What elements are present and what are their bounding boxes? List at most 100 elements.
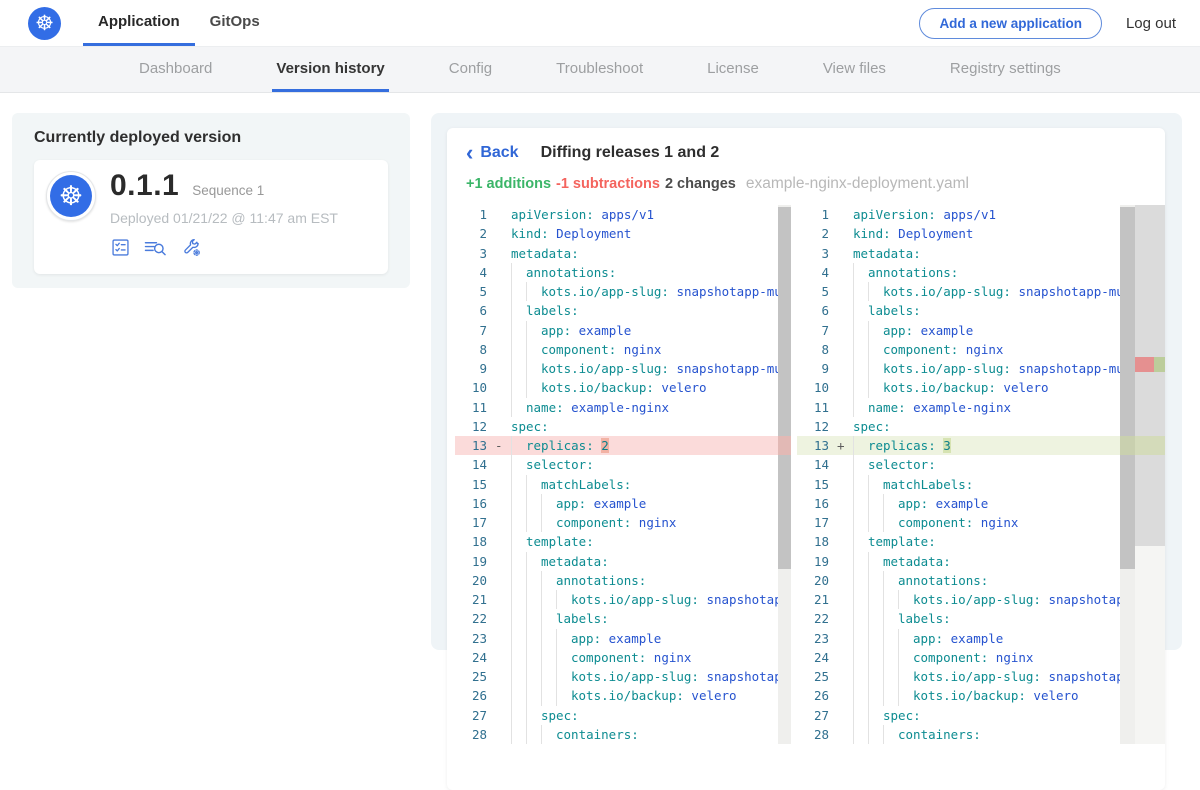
diff-overview-ruler[interactable] xyxy=(1135,205,1165,744)
top-nav-actions: Add a new application Log out xyxy=(919,8,1200,39)
code-line: 28containers: xyxy=(455,725,778,744)
code-line: 20annotations: xyxy=(797,571,1120,590)
code-line: 3metadata: xyxy=(797,244,1120,263)
deployed-card-title: Currently deployed version xyxy=(34,129,388,147)
code-line: 25kots.io/app-slug: snapshotap xyxy=(797,667,1120,686)
code-line: 7app: example xyxy=(797,321,1120,340)
code-line: 8component: nginx xyxy=(797,340,1120,359)
code-line: 12spec: xyxy=(455,417,778,436)
code-line: 27spec: xyxy=(797,706,1120,725)
tab-config[interactable]: Config xyxy=(445,47,496,92)
diff-title: Diffing releases 1 and 2 xyxy=(541,144,720,162)
code-line: 10kots.io/backup: velero xyxy=(455,378,778,397)
diff-editors: 1apiVersion: apps/v12kind: Deployment3me… xyxy=(455,205,1165,744)
code-line: 19metadata: xyxy=(797,552,1120,571)
code-line: 15matchLabels: xyxy=(455,475,778,494)
code-line: 26kots.io/backup: velero xyxy=(797,686,1120,705)
code-line: 11name: example-nginx xyxy=(455,398,778,417)
code-line: 20annotations: xyxy=(455,571,778,590)
scrollbar-old[interactable] xyxy=(778,205,791,744)
scrollbar-thumb[interactable] xyxy=(778,207,791,569)
additions-count: +1 additions xyxy=(466,176,551,192)
sequence-label: Sequence 1 xyxy=(192,183,264,198)
add-application-button[interactable]: Add a new application xyxy=(919,8,1102,39)
code-line: 11name: example-nginx xyxy=(797,398,1120,417)
code-line: 8component: nginx xyxy=(455,340,778,359)
code-line: 6labels: xyxy=(455,301,778,320)
code-line: 1apiVersion: apps/v1 xyxy=(797,205,1120,224)
code-line: 18template: xyxy=(455,532,778,551)
code-lines-new: 1apiVersion: apps/v12kind: Deployment3me… xyxy=(797,205,1120,744)
code-line: 6labels: xyxy=(797,301,1120,320)
tab-version-history[interactable]: Version history xyxy=(272,47,388,92)
code-line: 23app: example xyxy=(797,629,1120,648)
preflight-checklist-icon[interactable] xyxy=(110,237,131,258)
tab-registry-settings[interactable]: Registry settings xyxy=(946,47,1065,92)
tab-view-files[interactable]: View files xyxy=(819,47,890,92)
code-line: 5kots.io/app-slug: snapshotapp-mu xyxy=(455,282,778,301)
kubernetes-app-icon: ☸ xyxy=(50,175,92,217)
diff-stats: +1 additions -1 subtractions 2 changes e… xyxy=(466,175,1165,193)
currently-deployed-card: Currently deployed version ☸ 0.1.1 Seque… xyxy=(12,113,410,288)
tab-troubleshoot[interactable]: Troubleshoot xyxy=(552,47,647,92)
code-line: 23app: example xyxy=(455,629,778,648)
code-line: 17component: nginx xyxy=(455,513,778,532)
code-line: 27spec: xyxy=(455,706,778,725)
code-line: 13-replicas: 2 xyxy=(455,436,778,455)
top-nav: ☸ Application GitOps Add a new applicati… xyxy=(0,0,1200,47)
scrollbar-thumb[interactable] xyxy=(1120,207,1135,569)
changes-count: 2 changes xyxy=(665,176,736,192)
code-line: 14selector: xyxy=(455,455,778,474)
code-line: 15matchLabels: xyxy=(797,475,1120,494)
code-line: 14selector: xyxy=(797,455,1120,474)
code-line: 17component: nginx xyxy=(797,513,1120,532)
tab-dashboard[interactable]: Dashboard xyxy=(135,47,216,92)
deploy-logs-icon[interactable] xyxy=(143,237,168,258)
top-nav-tabs: Application GitOps xyxy=(83,0,275,46)
back-link[interactable]: ‹ Back xyxy=(466,144,519,162)
code-line: 13+replicas: 3 xyxy=(797,436,1120,455)
code-line: 9kots.io/app-slug: snapshotapp-mu xyxy=(797,359,1120,378)
diff-pane-new: 1apiVersion: apps/v12kind: Deployment3me… xyxy=(797,205,1165,744)
scrollbar-new[interactable] xyxy=(1120,205,1135,744)
ruler-addition-mark xyxy=(1154,357,1165,372)
code-line: 7app: example xyxy=(455,321,778,340)
deployed-version-card: ☸ 0.1.1 Sequence 1 Deployed 01/21/22 @ 1… xyxy=(34,160,388,274)
diff-header: ‹ Back Diffing releases 1 and 2 xyxy=(466,144,1165,162)
config-wrench-icon[interactable] xyxy=(180,237,203,258)
deployed-version-info: 0.1.1 Sequence 1 Deployed 01/21/22 @ 11:… xyxy=(110,171,338,263)
kubernetes-logo: ☸ xyxy=(28,7,61,40)
diff-card: ‹ Back Diffing releases 1 and 2 +1 addit… xyxy=(447,128,1165,790)
deployed-timestamp: Deployed 01/21/22 @ 11:47 am EST xyxy=(110,210,338,226)
code-line: 24component: nginx xyxy=(455,648,778,667)
code-line: 25kots.io/app-slug: snapshotap xyxy=(455,667,778,686)
diff-filename: example-nginx-deployment.yaml xyxy=(746,175,969,193)
code-line: 2kind: Deployment xyxy=(797,224,1120,243)
code-line: 22labels: xyxy=(797,609,1120,628)
diff-pane-old: 1apiVersion: apps/v12kind: Deployment3me… xyxy=(455,205,791,744)
code-line: 19metadata: xyxy=(455,552,778,571)
code-line: 4annotations: xyxy=(455,263,778,282)
code-line: 12spec: xyxy=(797,417,1120,436)
kubernetes-wheel-icon: ☸ xyxy=(35,13,54,34)
code-line: 10kots.io/backup: velero xyxy=(797,378,1120,397)
code-line: 2kind: Deployment xyxy=(455,224,778,243)
chevron-left-icon: ‹ xyxy=(466,146,473,160)
back-label: Back xyxy=(480,144,518,162)
code-line: 28containers: xyxy=(797,725,1120,744)
code-line: 1apiVersion: apps/v1 xyxy=(455,205,778,224)
code-line: 5kots.io/app-slug: snapshotapp-mu xyxy=(797,282,1120,301)
code-line: 4annotations: xyxy=(797,263,1120,282)
code-line: 21kots.io/app-slug: snapshotap xyxy=(455,590,778,609)
tab-application[interactable]: Application xyxy=(83,0,195,46)
tab-license[interactable]: License xyxy=(703,47,763,92)
code-line: 21kots.io/app-slug: snapshotap xyxy=(797,590,1120,609)
tab-gitops[interactable]: GitOps xyxy=(195,0,275,46)
code-line: 3metadata: xyxy=(455,244,778,263)
logout-link[interactable]: Log out xyxy=(1126,15,1176,32)
app-subnav: Dashboard Version history Config Trouble… xyxy=(0,47,1200,93)
code-line: 26kots.io/backup: velero xyxy=(455,686,778,705)
subtractions-count: -1 subtractions xyxy=(556,176,660,192)
version-action-icons xyxy=(110,237,338,258)
version-number: 0.1.1 xyxy=(110,171,179,201)
